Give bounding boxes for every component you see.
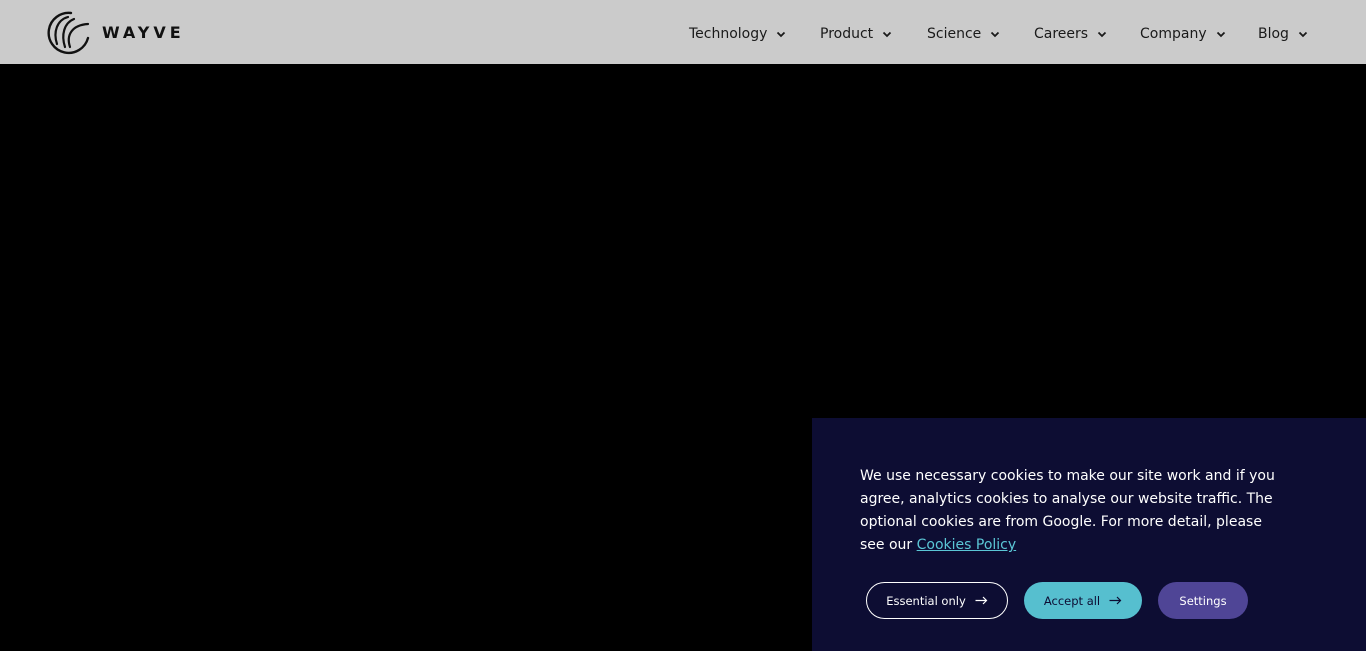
nav-item-careers[interactable]: Careers (1034, 24, 1107, 44)
cookies-policy-link[interactable]: Cookies Policy (917, 537, 1017, 553)
accept-all-button[interactable]: Accept all (1024, 582, 1142, 619)
main-nav: Technology Product Science Careers Compa… (0, 0, 1366, 64)
chevron-down-icon (991, 31, 1000, 37)
nav-item-label: Product (820, 26, 874, 42)
nav-item-label: Careers (1034, 26, 1089, 42)
nav-item-label: Technology (689, 26, 768, 42)
chevron-down-icon (1097, 31, 1107, 37)
arrow-right-icon (1109, 596, 1122, 605)
accept-all-label: Accept all (1043, 593, 1101, 608)
chevron-down-icon (1298, 31, 1308, 37)
nav-item-label: Blog (1258, 26, 1289, 42)
site-header: WAYVE Technology Product Science Careers… (0, 0, 1366, 64)
essential-only-button[interactable]: Essential only (866, 582, 1008, 619)
nav-item-science[interactable]: Science (927, 24, 1000, 44)
nav-item-product[interactable]: Product (820, 24, 892, 44)
settings-button[interactable]: Settings (1158, 582, 1248, 619)
cookie-message: We use necessary cookies to make our sit… (860, 465, 1286, 557)
cookie-banner: We use necessary cookies to make our sit… (812, 418, 1366, 651)
nav-item-technology[interactable]: Technology (689, 24, 786, 44)
nav-item-company[interactable]: Company (1140, 24, 1226, 44)
nav-item-blog[interactable]: Blog (1258, 24, 1308, 44)
settings-label: Settings (1179, 593, 1227, 608)
nav-item-label: Company (1140, 26, 1207, 42)
arrow-right-icon (975, 596, 988, 605)
chevron-down-icon (777, 31, 786, 37)
chevron-down-icon (1216, 31, 1225, 37)
nav-item-label: Science (927, 26, 982, 42)
chevron-down-icon (883, 31, 892, 37)
essential-only-label: Essential only (886, 593, 966, 608)
